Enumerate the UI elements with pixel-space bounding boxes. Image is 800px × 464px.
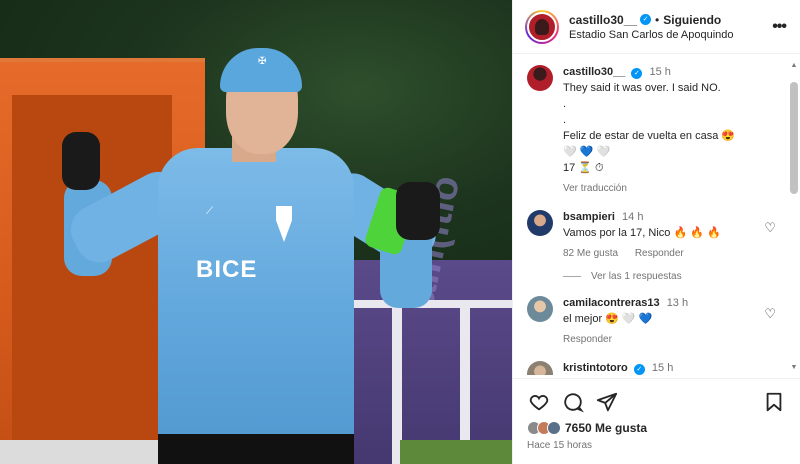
post-photo[interactable]: aln(ltio ✠ ⟋ BICE: [0, 0, 512, 464]
comment-item: kristintotoro ✓ 15 h: [527, 361, 786, 375]
caption-header: castillo30__ ✓ 15 h: [563, 65, 786, 80]
beanie-logo-icon: ✠: [258, 56, 267, 67]
comment-time: 13 h: [666, 297, 689, 309]
comment-like-heart-icon[interactable]: ♡: [764, 306, 776, 322]
view-replies-link[interactable]: Ver las 1 respuestas: [563, 271, 786, 282]
liker-avatar: [547, 421, 561, 435]
comment-body: bsampieri 14 h Vamos por la 17, Nico 🔥 🔥…: [563, 210, 786, 261]
thumbs-up-glove: [62, 132, 100, 190]
comment-likes[interactable]: 82 Me gusta: [563, 248, 618, 259]
caption-body: castillo30__ ✓ 15 h They said it was ove…: [563, 65, 786, 196]
avatar[interactable]: [527, 210, 553, 236]
comment-text: el mejor 😍 🤍 💙: [563, 313, 653, 325]
player-figure: ✠ ⟋ BICE: [60, 40, 460, 464]
comment-header: bsampieri 14 h: [563, 210, 786, 225]
comment-body: kristintotoro ✓ 15 h: [563, 361, 786, 375]
following-button[interactable]: Siguiendo: [663, 13, 721, 27]
shirt-sponsor: BICE: [196, 256, 258, 283]
heart-icon[interactable]: [527, 390, 551, 414]
comment-username[interactable]: bsampieri: [563, 211, 615, 223]
caption-line: Feliz de estar de vuelta en casa 😍: [563, 130, 736, 142]
post-header: castillo30__ ✓ • Siguiendo Estadio San C…: [513, 0, 800, 54]
brand-logo-icon: ⟋: [206, 206, 213, 217]
training-top: [158, 148, 354, 464]
comment-icon[interactable]: [561, 390, 585, 414]
verified-icon: ✓: [631, 68, 643, 79]
avatar[interactable]: [527, 296, 553, 322]
right-glove: [396, 182, 440, 240]
comment-header: camilacontreras13 13 h: [563, 296, 786, 311]
black-pants: [158, 434, 354, 464]
location-link[interactable]: Estadio San Carlos de Apoquindo: [569, 29, 772, 41]
header-text: castillo30__ ✓ • Siguiendo Estadio San C…: [569, 13, 772, 41]
comment-header: kristintotoro ✓ 15 h: [563, 361, 786, 375]
scroll-thumb[interactable]: [790, 82, 798, 194]
header-line: castillo30__ ✓ • Siguiendo: [569, 13, 772, 27]
comment-body: camilacontreras13 13 h el mejor 😍 🤍 💙 Re…: [563, 296, 786, 347]
comment-text: Vamos por la 17, Nico 🔥 🔥 🔥: [563, 227, 721, 239]
bookmark-icon[interactable]: [762, 390, 786, 414]
instagram-post-view: aln(ltio ✠ ⟋ BICE: [0, 0, 800, 464]
comment-item: camilacontreras13 13 h el mejor 😍 🤍 💙 Re…: [527, 296, 786, 347]
scroll-up-arrow-icon[interactable]: ▲: [790, 62, 798, 70]
separator-dot: •: [655, 12, 660, 27]
comment-time: 14 h: [622, 211, 644, 223]
comment-like-heart-icon[interactable]: ♡: [764, 220, 776, 236]
caption-line: .: [563, 114, 567, 126]
scroll-down-arrow-icon[interactable]: ▼: [790, 364, 798, 372]
share-icon[interactable]: [595, 390, 619, 414]
comment-time: 15 h: [651, 362, 674, 374]
comment-item: bsampieri 14 h Vamos por la 17, Nico 🔥 🔥…: [527, 210, 786, 261]
post-timestamp: Hace 15 horas: [527, 440, 593, 451]
blue-beanie: [220, 48, 302, 92]
avatar[interactable]: [527, 361, 553, 375]
post-side-panel: castillo30__ ✓ • Siguiendo Estadio San C…: [512, 0, 800, 464]
caption-line: .: [563, 98, 567, 110]
comment-username[interactable]: camilacontreras13: [563, 297, 660, 309]
see-translation-link[interactable]: Ver traducción: [563, 181, 786, 196]
caption-emoji-line: 17 ⏳ ⏱: [563, 162, 604, 174]
avatar-photo: [527, 11, 557, 42]
caption: castillo30__ ✓ 15 h They said it was ove…: [527, 65, 786, 196]
author-username[interactable]: castillo30__: [569, 13, 637, 27]
post-actions: 7650 Me gusta Hace 15 horas: [513, 378, 800, 451]
caption-hearts: 🤍 💙 🤍: [563, 146, 611, 158]
action-icons: [527, 389, 786, 415]
comment-meta: Responder: [563, 332, 786, 347]
likes-count[interactable]: 7650 Me gusta: [565, 421, 647, 435]
verified-icon: ✓: [633, 364, 645, 375]
caption-time: 15 h: [649, 66, 671, 78]
caption-line: They said it was over. I said NO.: [563, 82, 721, 94]
comments-list[interactable]: castillo30__ ✓ 15 h They said it was ove…: [513, 55, 800, 375]
verified-icon: ✓: [640, 14, 652, 25]
comment-meta: 82 Me gusta Responder: [563, 246, 786, 261]
reply-button[interactable]: Responder: [563, 334, 612, 345]
more-icon[interactable]: •••: [772, 18, 787, 36]
likes-row[interactable]: 7650 Me gusta: [527, 421, 786, 435]
caption-username[interactable]: castillo30__: [563, 66, 625, 78]
author-avatar[interactable]: [525, 9, 559, 44]
comments-scrollbar[interactable]: ▲ ▼: [790, 62, 798, 372]
avatar[interactable]: [527, 65, 553, 91]
reply-button[interactable]: Responder: [635, 248, 684, 259]
comment-username[interactable]: kristintotoro: [563, 362, 628, 374]
